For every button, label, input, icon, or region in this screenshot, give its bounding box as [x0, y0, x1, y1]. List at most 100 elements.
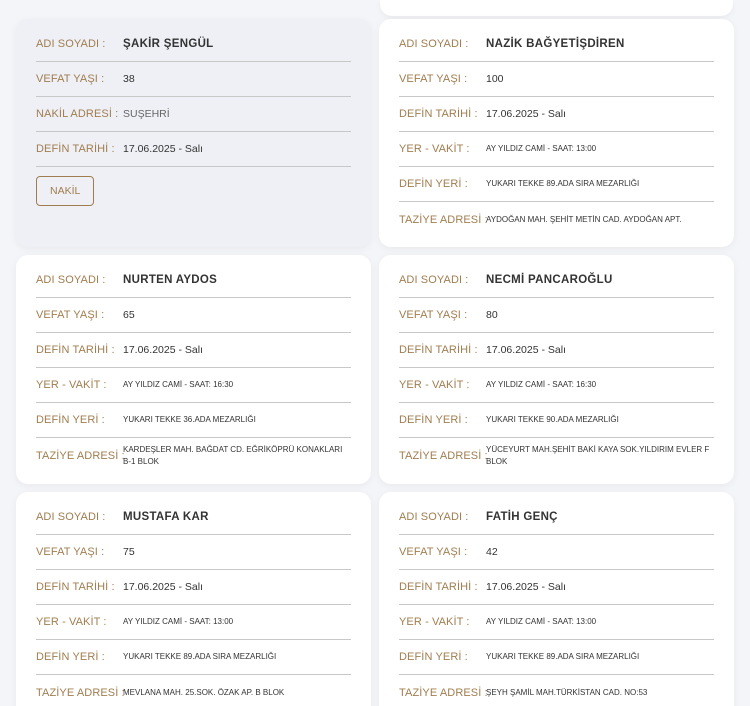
next-card-edge — [16, 702, 371, 706]
burial-place-row: DEFİN YERİ : YUKARI TEKKE 90.ADA MEZARLI… — [399, 403, 714, 438]
next-card-edge — [379, 702, 734, 706]
place-time-value: AY YILDIZ CAMİ - SAAT: 13:00 — [123, 617, 234, 626]
name-label: ADI SOYADI : — [36, 274, 106, 286]
place-time-label: YER - VAKİT : — [399, 379, 470, 391]
obituary-card: ADI SOYADI : MUSTAFA KAR VEFAT YAŞI : 75… — [16, 492, 371, 706]
burial-date-label: DEFİN TARİHİ : — [36, 143, 115, 155]
place-time-label: YER - VAKİT : — [36, 616, 107, 628]
condolence-row: TAZİYE ADRESİ : KARDEŞLER MAH. BAĞDAT CD… — [36, 438, 351, 474]
condolence-value: ŞEYH ŞAMİL MAH.TÜRKİSTAN CAD. NO:53 — [486, 687, 648, 697]
condolence-row: TAZİYE ADRESİ : AYDOĞAN MAH. ŞEHİT METİN… — [399, 202, 714, 237]
burial-place-row: DEFİN YERİ : YUKARI TEKKE 89.ADA SIRA ME… — [399, 167, 714, 202]
burial-date-value: 17.06.2025 - Salı — [486, 344, 566, 356]
name-label: ADI SOYADI : — [399, 38, 469, 50]
name-row: ADI SOYADI : MUSTAFA KAR — [36, 500, 351, 535]
burial-place-value: YUKARI TEKKE 90.ADA MEZARLIĞI — [486, 415, 619, 424]
burial-place-value: YUKARI TEKKE 89.ADA SIRA MEZARLIĞI — [486, 652, 640, 661]
obituary-card: ADI SOYADI : NURTEN AYDOS VEFAT YAŞI : 6… — [16, 255, 371, 484]
condolence-label: TAZİYE ADRESİ : — [36, 450, 125, 462]
name-label: ADI SOYADI : — [36, 511, 106, 523]
place-time-value: AY YILDIZ CAMİ - SAAT: 13:00 — [486, 617, 597, 626]
burial-date-value: 17.06.2025 - Salı — [486, 581, 566, 593]
age-row: VEFAT YAŞI : 100 — [399, 62, 714, 97]
transfer-label: NAKİL ADRESİ : — [36, 108, 119, 120]
condolence-label: TAZİYE ADRESİ : — [399, 450, 488, 462]
age-value: 80 — [486, 309, 498, 321]
age-row: VEFAT YAŞI : 80 — [399, 298, 714, 333]
burial-date-row: DEFİN TARİHİ : 17.06.2025 - Salı — [399, 97, 714, 132]
burial-place-label: DEFİN YERİ : — [36, 414, 105, 426]
age-value: 100 — [486, 73, 504, 85]
transfer-row: NAKİL ADRESİ : SUŞEHRİ — [36, 97, 351, 132]
obituary-card: ADI SOYADI : NECMİ PANCAROĞLU VEFAT YAŞI… — [379, 255, 734, 484]
age-row: VEFAT YAŞI : 42 — [399, 535, 714, 570]
age-value: 38 — [123, 73, 135, 85]
age-label: VEFAT YAŞI : — [399, 546, 468, 558]
obituary-card: ADI SOYADI : FATİH GENÇ VEFAT YAŞI : 42 … — [379, 492, 734, 706]
age-row: VEFAT YAŞI : 38 — [36, 62, 351, 97]
name-value: MUSTAFA KAR — [123, 511, 209, 523]
burial-date-row: DEFİN TARİHİ : 17.06.2025 - Salı — [36, 570, 351, 605]
burial-date-row: DEFİN TARİHİ : 17.06.2025 - Salı — [399, 333, 714, 368]
place-time-value: AY YILDIZ CAMİ - SAAT: 13:00 — [486, 144, 597, 153]
name-row: ADI SOYADI : FATİH GENÇ — [399, 500, 714, 535]
name-value: NECMİ PANCAROĞLU — [486, 274, 613, 286]
burial-place-label: DEFİN YERİ : — [399, 414, 468, 426]
burial-date-label: DEFİN TARİHİ : — [36, 581, 115, 593]
condolence-label: TAZİYE ADRESİ : — [399, 213, 488, 226]
burial-date-row: DEFİN TARİHİ : 17.06.2025 - Salı — [399, 570, 714, 605]
name-row: ADI SOYADI : NAZİK BAĞYETİŞDİREN — [399, 27, 714, 62]
name-value: NURTEN AYDOS — [123, 274, 218, 286]
burial-date-row: DEFİN TARİHİ : 17.06.2025 - Salı — [36, 333, 351, 368]
place-time-value: AY YILDIZ CAMİ - SAAT: 16:30 — [486, 380, 597, 389]
burial-place-value: YUKARI TEKKE 89.ADA SIRA MEZARLIĞI — [486, 179, 640, 188]
place-time-row: YER - VAKİT : AY YILDIZ CAMİ - SAAT: 16:… — [36, 368, 351, 403]
condolence-value: AYDOĞAN MAH. ŞEHİT METİN CAD. AYDOĞAN AP… — [486, 214, 682, 224]
name-row: ADI SOYADI : ŞAKİR ŞENGÜL — [36, 27, 351, 62]
condolence-label: TAZİYE ADRESİ : — [399, 686, 488, 699]
age-value: 75 — [123, 546, 135, 558]
burial-date-label: DEFİN TARİHİ : — [36, 344, 115, 356]
burial-date-value: 17.06.2025 - Salı — [123, 581, 203, 593]
burial-place-label: DEFİN YERİ : — [399, 651, 468, 663]
place-time-label: YER - VAKİT : — [399, 143, 470, 155]
age-label: VEFAT YAŞI : — [36, 546, 105, 558]
obituary-grid: ADI SOYADI : ŞAKİR ŞENGÜL VEFAT YAŞI : 3… — [16, 19, 734, 706]
burial-date-label: DEFİN TARİHİ : — [399, 108, 478, 120]
name-value: NAZİK BAĞYETİŞDİREN — [486, 38, 625, 50]
age-row: VEFAT YAŞI : 65 — [36, 298, 351, 333]
name-label: ADI SOYADI : — [399, 274, 469, 286]
age-value: 42 — [486, 546, 498, 558]
place-time-row: YER - VAKİT : AY YILDIZ CAMİ - SAAT: 13:… — [399, 132, 714, 167]
burial-date-value: 17.06.2025 - Salı — [123, 143, 203, 155]
age-label: VEFAT YAŞI : — [36, 73, 105, 85]
age-row: VEFAT YAŞI : 75 — [36, 535, 351, 570]
condolence-label: TAZİYE ADRESİ : — [36, 686, 125, 699]
burial-place-row: DEFİN YERİ : YUKARI TEKKE 36.ADA MEZARLI… — [36, 403, 351, 438]
place-time-row: YER - VAKİT : AY YILDIZ CAMİ - SAAT: 13:… — [36, 605, 351, 640]
burial-place-row: DEFİN YERİ : YUKARI TEKKE 89.ADA SIRA ME… — [36, 640, 351, 675]
place-time-row: YER - VAKİT : AY YILDIZ CAMİ - SAAT: 16:… — [399, 368, 714, 403]
age-label: VEFAT YAŞI : — [399, 309, 468, 321]
burial-date-row: DEFİN TARİHİ : 17.06.2025 - Salı — [36, 132, 351, 167]
name-row: ADI SOYADI : NURTEN AYDOS — [36, 263, 351, 298]
name-label: ADI SOYADI : — [399, 511, 469, 523]
condolence-value: YÜCEYURT MAH.ŞEHİT BAKİ KAYA SOK.YILDIRI… — [486, 445, 710, 466]
burial-date-label: DEFİN TARİHİ : — [399, 344, 478, 356]
condolence-row: TAZİYE ADRESİ : YÜCEYURT MAH.ŞEHİT BAKİ … — [399, 438, 714, 474]
burial-date-value: 17.06.2025 - Salı — [123, 344, 203, 356]
place-time-label: YER - VAKİT : — [36, 379, 107, 391]
burial-place-row: DEFİN YERİ : YUKARI TEKKE 89.ADA SIRA ME… — [399, 640, 714, 675]
burial-place-value: YUKARI TEKKE 89.ADA SIRA MEZARLIĞI — [123, 652, 277, 661]
burial-place-value: YUKARI TEKKE 36.ADA MEZARLIĞI — [123, 415, 256, 424]
nakil-button[interactable]: NAKİL — [36, 176, 95, 206]
age-value: 65 — [123, 309, 135, 321]
previous-card-edge — [380, 0, 733, 16]
name-label: ADI SOYADI : — [36, 38, 106, 50]
obituary-card: ADI SOYADI : ŞAKİR ŞENGÜL VEFAT YAŞI : 3… — [16, 19, 371, 247]
condolence-value: KARDEŞLER MAH. BAĞDAT CD. EĞRİKÖPRÜ KONA… — [123, 445, 343, 466]
age-label: VEFAT YAŞI : — [399, 73, 468, 85]
burial-place-label: DEFİN YERİ : — [36, 651, 105, 663]
burial-date-value: 17.06.2025 - Salı — [486, 108, 566, 120]
name-value: FATİH GENÇ — [486, 511, 558, 523]
